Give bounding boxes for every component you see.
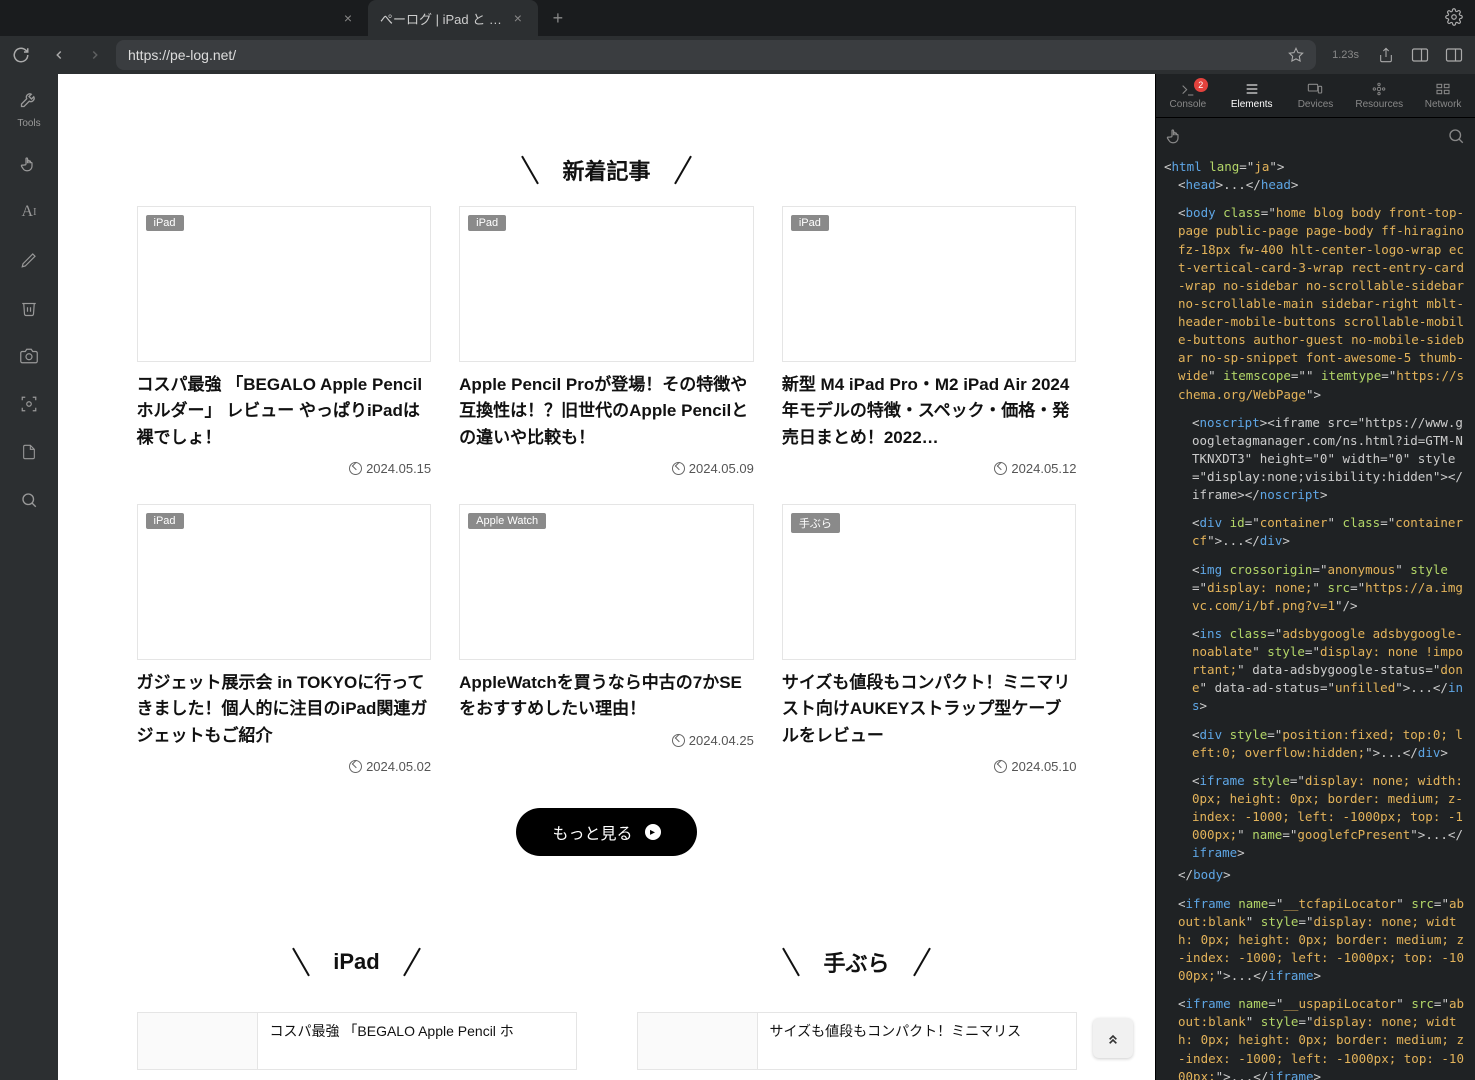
card-thumbnail: iPad [782, 206, 1077, 362]
browser-tab-inactive[interactable]: × [200, 0, 368, 36]
card-thumbnail: iPad [137, 206, 432, 362]
card-thumbnail: 手ぶら [782, 504, 1077, 660]
elements-tree[interactable]: <html lang="ja"> <head>...</head> <body … [1156, 154, 1475, 1080]
panel-right-icon[interactable] [1443, 44, 1465, 66]
card-title: サイズも値段もコンパクト！ミニマリスト向けAUKEYストラップ型ケーブルをレビュ… [782, 670, 1077, 749]
article-card[interactable]: iPad コスパ最強 「BEGALO Apple Pencil ホルダー」 レビ… [137, 206, 432, 476]
forward-icon[interactable] [84, 44, 106, 66]
new-tab-button[interactable]: + [544, 4, 572, 32]
tools-icon[interactable] [16, 86, 42, 112]
tab-resources[interactable]: Resources [1347, 74, 1411, 117]
pointer-icon[interactable] [16, 151, 42, 177]
more-button[interactable]: もっと見る▸ [516, 808, 696, 856]
devtools-panel: Console2 Elements Devices Resources Netw… [1155, 74, 1475, 1080]
card-date: 2024.05.10 [782, 759, 1077, 774]
back-icon[interactable] [48, 44, 70, 66]
tab-devices[interactable]: Devices [1284, 74, 1348, 117]
gear-icon[interactable] [1445, 8, 1463, 26]
browser-toolbar: https://pe-log.net/ 1.23s [0, 36, 1475, 74]
card-title: Apple Pencil Proが登場！その特徴や互換性は！？旧世代のApple… [459, 372, 754, 451]
tools-label: Tools [17, 118, 40, 129]
star-icon[interactable] [1288, 47, 1304, 63]
tab-console[interactable]: Console2 [1156, 74, 1220, 117]
card-title: AppleWatchを買うなら中古の7かSEをおすすめしたい理由！ [459, 670, 754, 723]
pencil-icon[interactable] [16, 247, 42, 273]
article-card[interactable]: iPad ガジェット展示会 in TOKYOに行ってきました！個人的に注目のiP… [137, 504, 432, 774]
article-card[interactable]: iPad 新型 M4 iPad Pro・M2 iPad Air 2024年モデル… [782, 206, 1077, 476]
load-timing: 1.23s [1326, 49, 1365, 61]
card-title: 新型 M4 iPad Pro・M2 iPad Air 2024年モデルの特徴・ス… [782, 372, 1077, 451]
address-bar[interactable]: https://pe-log.net/ [116, 40, 1316, 70]
list-item[interactable]: コスパ最強 「BEGALO Apple Pencil ホ [137, 1012, 577, 1070]
card-date: 2024.05.09 [459, 461, 754, 476]
page-viewport[interactable]: 新着記事 iPad コスパ最強 「BEGALO Apple Pencil ホルダ… [58, 74, 1155, 1080]
article-card[interactable]: Apple Watch AppleWatchを買うなら中古の7かSEをおすすめし… [459, 504, 754, 774]
history-icon [994, 462, 1007, 475]
panel-icon[interactable] [1409, 44, 1431, 66]
text-icon[interactable]: AI [16, 199, 42, 225]
search-icon[interactable] [1447, 127, 1465, 145]
card-date: 2024.05.12 [782, 461, 1077, 476]
close-icon[interactable]: × [510, 10, 526, 26]
article-card[interactable]: 手ぶら サイズも値段もコンパクト！ミニマリスト向けAUKEYストラップ型ケーブル… [782, 504, 1077, 774]
card-title: ガジェット展示会 in TOKYOに行ってきました！個人的に注目のiPad関連ガ… [137, 670, 432, 749]
category-badge: iPad [146, 513, 184, 529]
category-badge: iPad [791, 215, 829, 231]
card-title: コスパ最強 「BEGALO Apple Pencil ホルダー」 レビュー やっ… [137, 372, 432, 451]
console-badge: 2 [1194, 78, 1208, 92]
scroll-top-button[interactable] [1093, 1018, 1133, 1058]
browser-tab-active[interactable]: ぺーログ | iPad と … × [368, 0, 538, 36]
card-date: 2024.05.02 [137, 759, 432, 774]
category-badge: Apple Watch [468, 513, 546, 529]
left-sidebar: Tools AI [0, 74, 58, 1080]
article-card[interactable]: iPad Apple Pencil Proが登場！その特徴や互換性は！？旧世代の… [459, 206, 754, 476]
card-thumbnail: iPad [459, 206, 754, 362]
reload-icon[interactable] [10, 44, 32, 66]
card-date: 2024.04.25 [459, 733, 754, 748]
history-icon [994, 760, 1007, 773]
card-thumbnail: Apple Watch [459, 504, 754, 660]
section-title-tebura: 手ぶら [637, 926, 1077, 998]
camera-icon[interactable] [16, 343, 42, 369]
url-text: https://pe-log.net/ [128, 47, 236, 63]
tab-bar: × ぺーログ | iPad と … × + [0, 0, 1475, 36]
history-icon [672, 734, 685, 747]
category-badge: 手ぶら [791, 513, 840, 533]
tab-title: ぺーログ | iPad と … [380, 9, 502, 28]
category-badge: iPad [146, 215, 184, 231]
section-title-ipad: iPad [137, 926, 577, 998]
capture-icon[interactable] [16, 391, 42, 417]
history-icon [349, 462, 362, 475]
search-icon[interactable] [16, 487, 42, 513]
list-item[interactable]: サイズも値段もコンパクト！ミニマリス [637, 1012, 1077, 1070]
category-badge: iPad [468, 215, 506, 231]
history-icon [672, 462, 685, 475]
pointer-icon[interactable] [1166, 127, 1184, 145]
tab-elements[interactable]: Elements [1220, 74, 1284, 117]
tab-network[interactable]: Network [1411, 74, 1475, 117]
trash-icon[interactable] [16, 295, 42, 321]
history-icon [349, 760, 362, 773]
section-title: 新着記事 [98, 134, 1115, 206]
file-icon[interactable] [16, 439, 42, 465]
card-date: 2024.05.15 [137, 461, 432, 476]
card-thumbnail: iPad [137, 504, 432, 660]
close-icon[interactable]: × [340, 10, 356, 26]
share-icon[interactable] [1375, 44, 1397, 66]
